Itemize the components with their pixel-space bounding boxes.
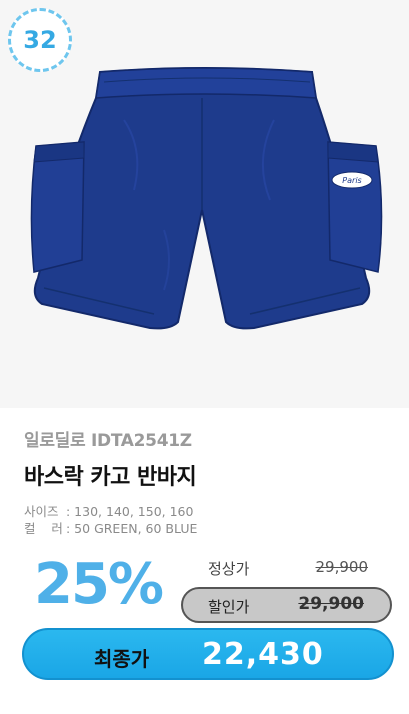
product-image: 32 Paris bbox=[0, 0, 409, 408]
product-title: 바스락 카고 반바지 bbox=[24, 465, 197, 490]
final-price-label: 최종가 bbox=[94, 647, 150, 671]
spec-label: 사이즈 bbox=[24, 504, 59, 519]
product-specs: 사이즈 : 130, 140, 150, 160 컬 러: 50 GREEN, 6… bbox=[24, 503, 394, 537]
regular-price: 29,900 bbox=[315, 558, 369, 576]
sale-price-label: 할인가 bbox=[208, 598, 250, 616]
discount-percent: 25% bbox=[34, 552, 164, 617]
sale-price: 29,900 bbox=[298, 594, 364, 614]
spec-value: : 130, 140, 150, 160 bbox=[66, 504, 194, 519]
final-price-pill: 최종가 22,430 bbox=[22, 628, 394, 680]
product-info: 일로딜로 IDTA2541Z 바스락 카고 반바지 사이즈 : 130, 140,… bbox=[24, 426, 394, 537]
regular-price-label: 정상가 bbox=[208, 560, 250, 578]
product-number: 32 bbox=[23, 26, 57, 54]
spec-row-size: 사이즈 : 130, 140, 150, 160 bbox=[24, 503, 394, 520]
final-price: 22,430 bbox=[202, 637, 324, 672]
cargo-shorts-illustration: Paris bbox=[30, 67, 383, 330]
shorts-patch-logo: Paris bbox=[342, 176, 361, 185]
spec-label: 컬 러 bbox=[24, 521, 63, 536]
regular-price-row: 정상가 29,900 bbox=[208, 558, 378, 580]
spec-row-color: 컬 러: 50 GREEN, 60 BLUE bbox=[24, 520, 394, 537]
product-brand: 일로딜로 IDTA2541Z bbox=[24, 431, 192, 451]
sale-price-pill: 할인가 29,900 bbox=[181, 587, 392, 623]
spec-value: : 50 GREEN, 60 BLUE bbox=[66, 521, 198, 536]
